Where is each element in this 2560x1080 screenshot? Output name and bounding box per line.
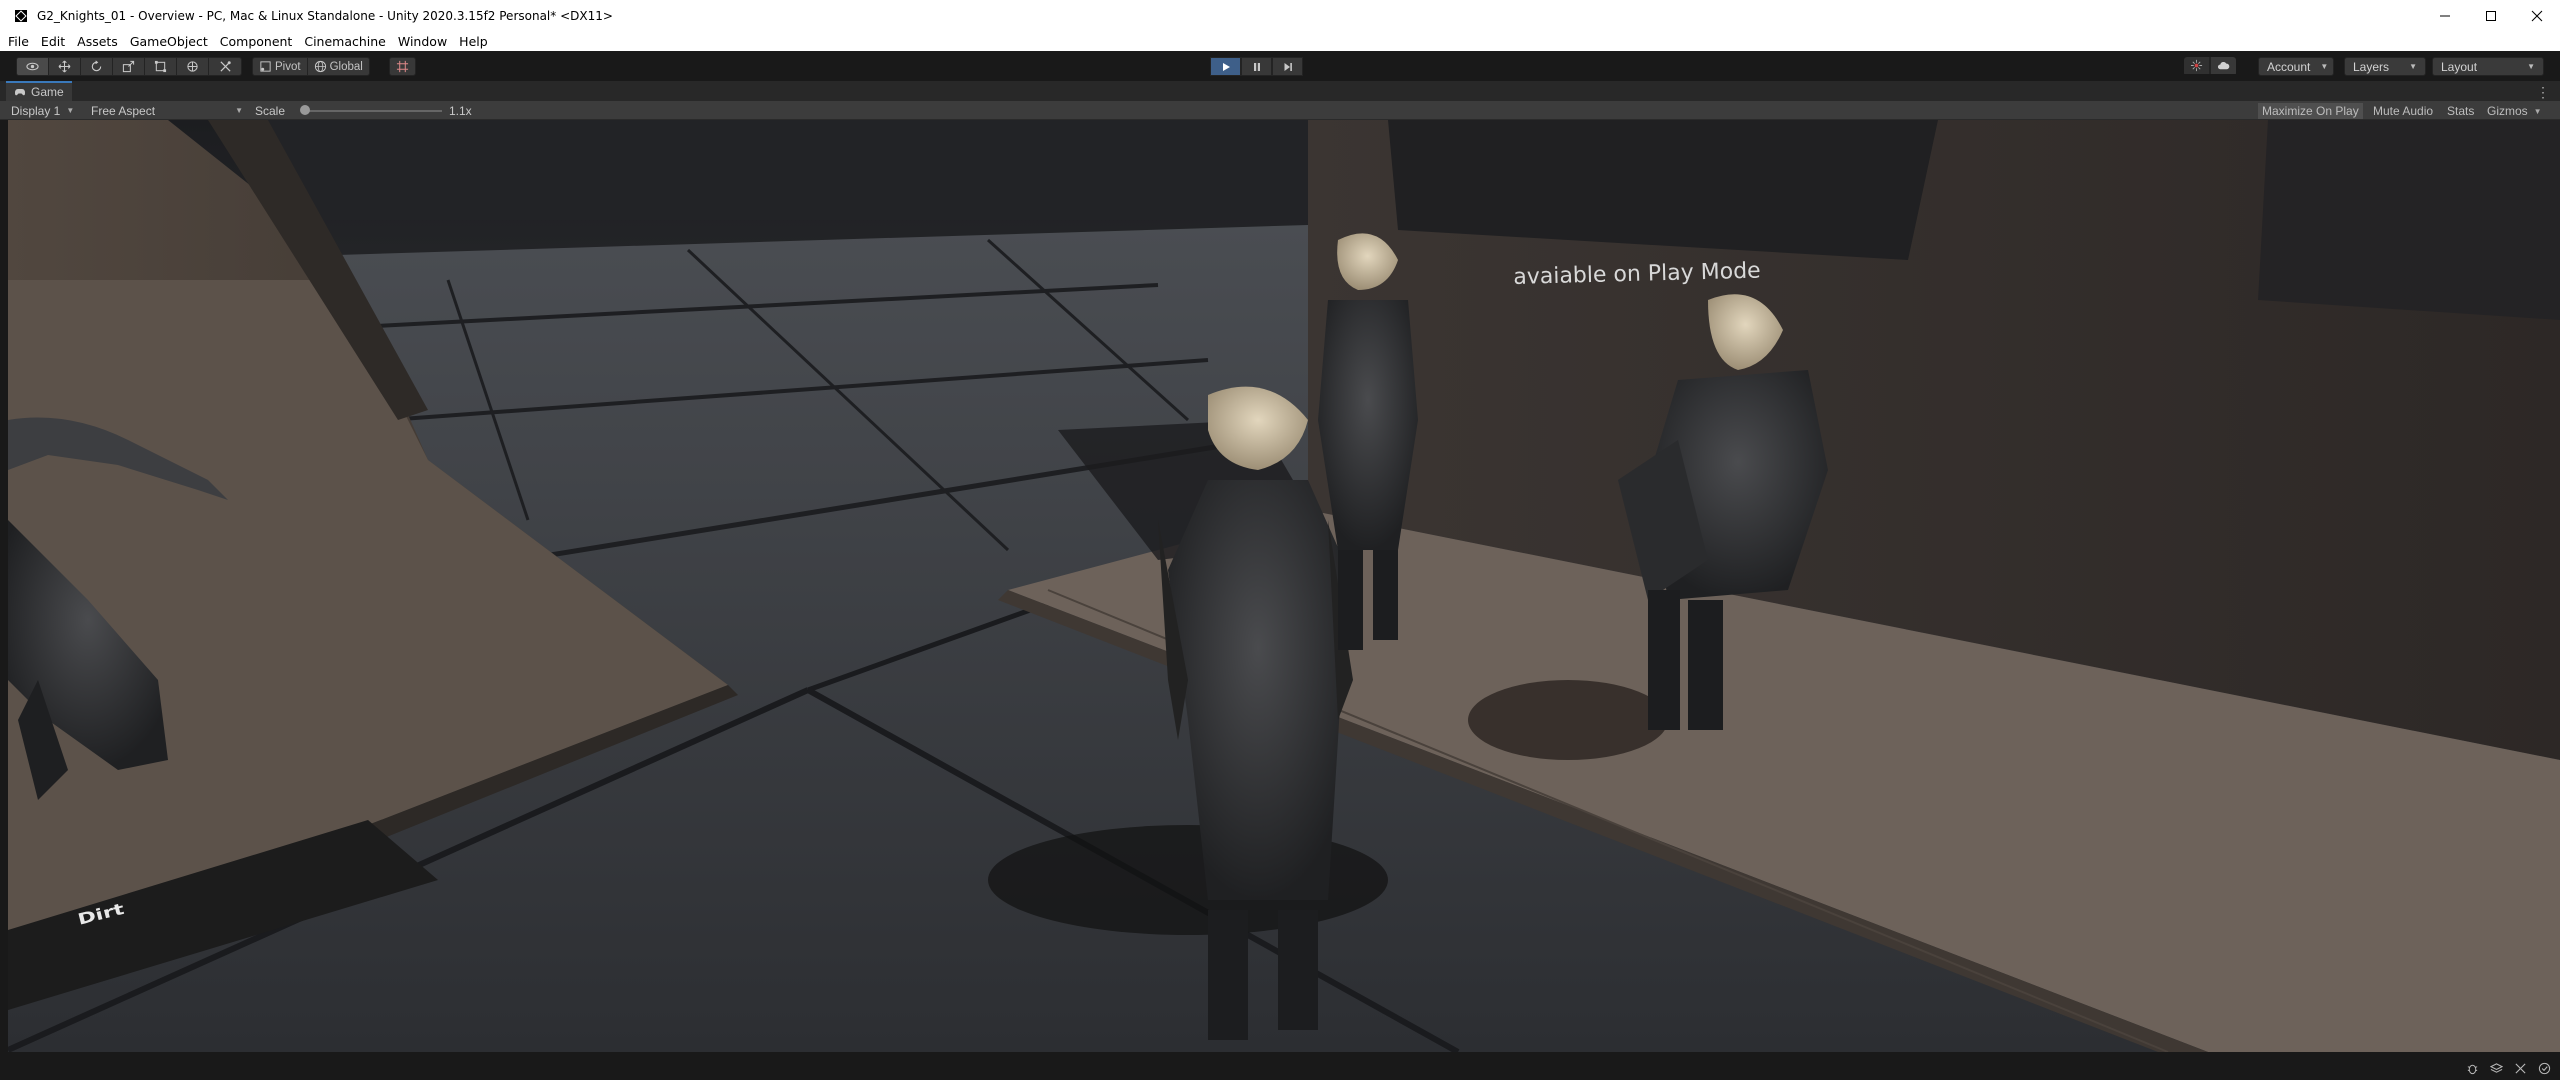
check-circle-icon[interactable] bbox=[2536, 1060, 2552, 1076]
status-bar bbox=[0, 1056, 2560, 1080]
step-button[interactable] bbox=[1272, 57, 1303, 76]
maximize-icon bbox=[2486, 10, 2496, 21]
menu-edit[interactable]: Edit bbox=[41, 34, 65, 49]
menu-gameobject[interactable]: GameObject bbox=[130, 34, 208, 49]
chevron-down-icon: ▼ bbox=[2409, 62, 2417, 71]
game-viewport[interactable]: avaiable on Play Mode Dirt bbox=[8, 120, 2560, 1052]
main-toolbar: Pivot Global Account ▼ Layers ▼ Layout ▼ bbox=[0, 51, 2560, 81]
layers-label: Layers bbox=[2353, 59, 2390, 74]
account-label: Account bbox=[2267, 59, 2311, 74]
view-tool-button[interactable] bbox=[17, 58, 49, 75]
window-title: G2_Knights_01 - Overview - PC, Mac & Lin… bbox=[37, 8, 613, 23]
scale-label: Scale bbox=[255, 103, 286, 118]
menu-help[interactable]: Help bbox=[459, 34, 488, 49]
layout-dropdown[interactable]: Layout ▼ bbox=[2432, 57, 2544, 76]
menu-cinemachine[interactable]: Cinemachine bbox=[304, 34, 386, 49]
minimize-button[interactable] bbox=[2422, 0, 2468, 31]
menu-bar: File Edit Assets GameObject Component Ci… bbox=[0, 31, 2560, 51]
grid-snap-group bbox=[389, 57, 416, 76]
pivot-icon bbox=[260, 61, 271, 72]
window-controls bbox=[2422, 0, 2560, 31]
scale-slider-track[interactable] bbox=[302, 110, 442, 112]
playmode-controls bbox=[1210, 57, 1303, 76]
display-label: Display 1 bbox=[11, 103, 61, 118]
unity-editor-window: G2_Knights_01 - Overview - PC, Mac & Lin… bbox=[0, 0, 2560, 1080]
chevron-down-icon: ▼ bbox=[66, 106, 75, 115]
pause-button[interactable] bbox=[1241, 57, 1272, 76]
title-bar: G2_Knights_01 - Overview - PC, Mac & Lin… bbox=[0, 0, 2560, 31]
scale-icon bbox=[122, 60, 135, 73]
pivot-toggle-button[interactable]: Pivot bbox=[253, 58, 308, 75]
close-button[interactable] bbox=[2514, 0, 2560, 31]
scale-value: 1.1x bbox=[449, 103, 472, 118]
menu-file[interactable]: File bbox=[8, 34, 29, 49]
gamepad-icon bbox=[15, 89, 25, 96]
transform-tool-button[interactable] bbox=[177, 58, 209, 75]
rotate-icon bbox=[91, 60, 102, 72]
gizmos-label: Gizmos bbox=[2487, 104, 2528, 118]
tab-game[interactable]: Game bbox=[6, 81, 72, 101]
settings-status-icon[interactable] bbox=[2512, 1060, 2528, 1076]
eye-icon bbox=[26, 62, 39, 71]
mute-audio-toggle[interactable]: Mute Audio bbox=[2369, 103, 2437, 119]
bug-icon[interactable] bbox=[2464, 1060, 2480, 1076]
game-scene-render bbox=[8, 120, 2560, 1052]
global-toggle-button[interactable]: Global bbox=[308, 58, 369, 75]
menu-component[interactable]: Component bbox=[220, 34, 293, 49]
window-tab-bar: Game ⋮ bbox=[0, 81, 2560, 101]
account-dropdown[interactable]: Account ▼ bbox=[2258, 57, 2334, 76]
aspect-label: Free Aspect bbox=[91, 103, 156, 118]
chevron-down-icon: ▼ bbox=[235, 106, 243, 115]
more-options-icon[interactable]: ⋮ bbox=[2536, 84, 2550, 101]
scale-slider-handle[interactable] bbox=[300, 105, 310, 115]
chevron-down-icon: ▼ bbox=[2527, 62, 2535, 71]
maximize-on-play-toggle[interactable]: Maximize On Play bbox=[2258, 103, 2363, 119]
move-tool-button[interactable] bbox=[49, 58, 81, 75]
maximize-button[interactable] bbox=[2468, 0, 2514, 31]
rotate-tool-button[interactable] bbox=[81, 58, 113, 75]
menu-window[interactable]: Window bbox=[398, 34, 447, 49]
move-icon bbox=[58, 60, 71, 73]
rect-icon bbox=[154, 60, 167, 73]
cloud-button[interactable] bbox=[2210, 57, 2236, 74]
globe-icon bbox=[314, 60, 326, 73]
pivot-label: Pivot bbox=[275, 60, 301, 73]
pause-icon bbox=[1253, 62, 1260, 71]
custom-tool-button[interactable] bbox=[209, 58, 241, 75]
layers-status-icon[interactable] bbox=[2488, 1060, 2504, 1076]
gizmos-toggle[interactable]: Gizmos ▼ bbox=[2483, 103, 2546, 119]
menu-assets[interactable]: Assets bbox=[77, 34, 118, 49]
step-icon bbox=[1284, 62, 1292, 71]
unity-logo-icon bbox=[15, 9, 27, 22]
game-view-toolbar: Display 1 ▼ Free Aspect ▼ Scale 1.1x Max… bbox=[0, 101, 2560, 120]
layout-label: Layout bbox=[2441, 59, 2478, 74]
chevron-down-icon: ▼ bbox=[2533, 106, 2542, 116]
cloud-icon bbox=[2217, 61, 2230, 70]
global-label: Global bbox=[329, 60, 363, 73]
scale-tool-button[interactable] bbox=[113, 58, 145, 75]
handle-position-group: Pivot Global bbox=[252, 57, 370, 76]
transform-tools bbox=[16, 57, 242, 76]
tools-icon bbox=[219, 61, 231, 72]
display-dropdown[interactable]: Display 1 ▼ bbox=[11, 103, 74, 118]
tab-label: Game bbox=[31, 85, 64, 99]
minimize-icon bbox=[2440, 15, 2450, 16]
stats-toggle[interactable]: Stats bbox=[2443, 103, 2478, 119]
chevron-down-icon: ▼ bbox=[2320, 62, 2329, 71]
aspect-dropdown[interactable]: Free Aspect ▼ bbox=[91, 103, 243, 118]
status-icons bbox=[2456, 1060, 2552, 1076]
grid-snap-icon bbox=[396, 60, 409, 73]
play-button[interactable] bbox=[1210, 57, 1241, 76]
rect-tool-button[interactable] bbox=[145, 58, 177, 75]
close-icon bbox=[2531, 10, 2543, 21]
layers-dropdown[interactable]: Layers ▼ bbox=[2344, 57, 2426, 76]
collab-group bbox=[2184, 57, 2236, 76]
transform-icon bbox=[187, 61, 198, 72]
play-icon bbox=[1222, 62, 1230, 71]
grid-snap-button[interactable] bbox=[390, 58, 415, 75]
collab-button[interactable] bbox=[2184, 57, 2210, 74]
collab-icon bbox=[2190, 59, 2203, 72]
